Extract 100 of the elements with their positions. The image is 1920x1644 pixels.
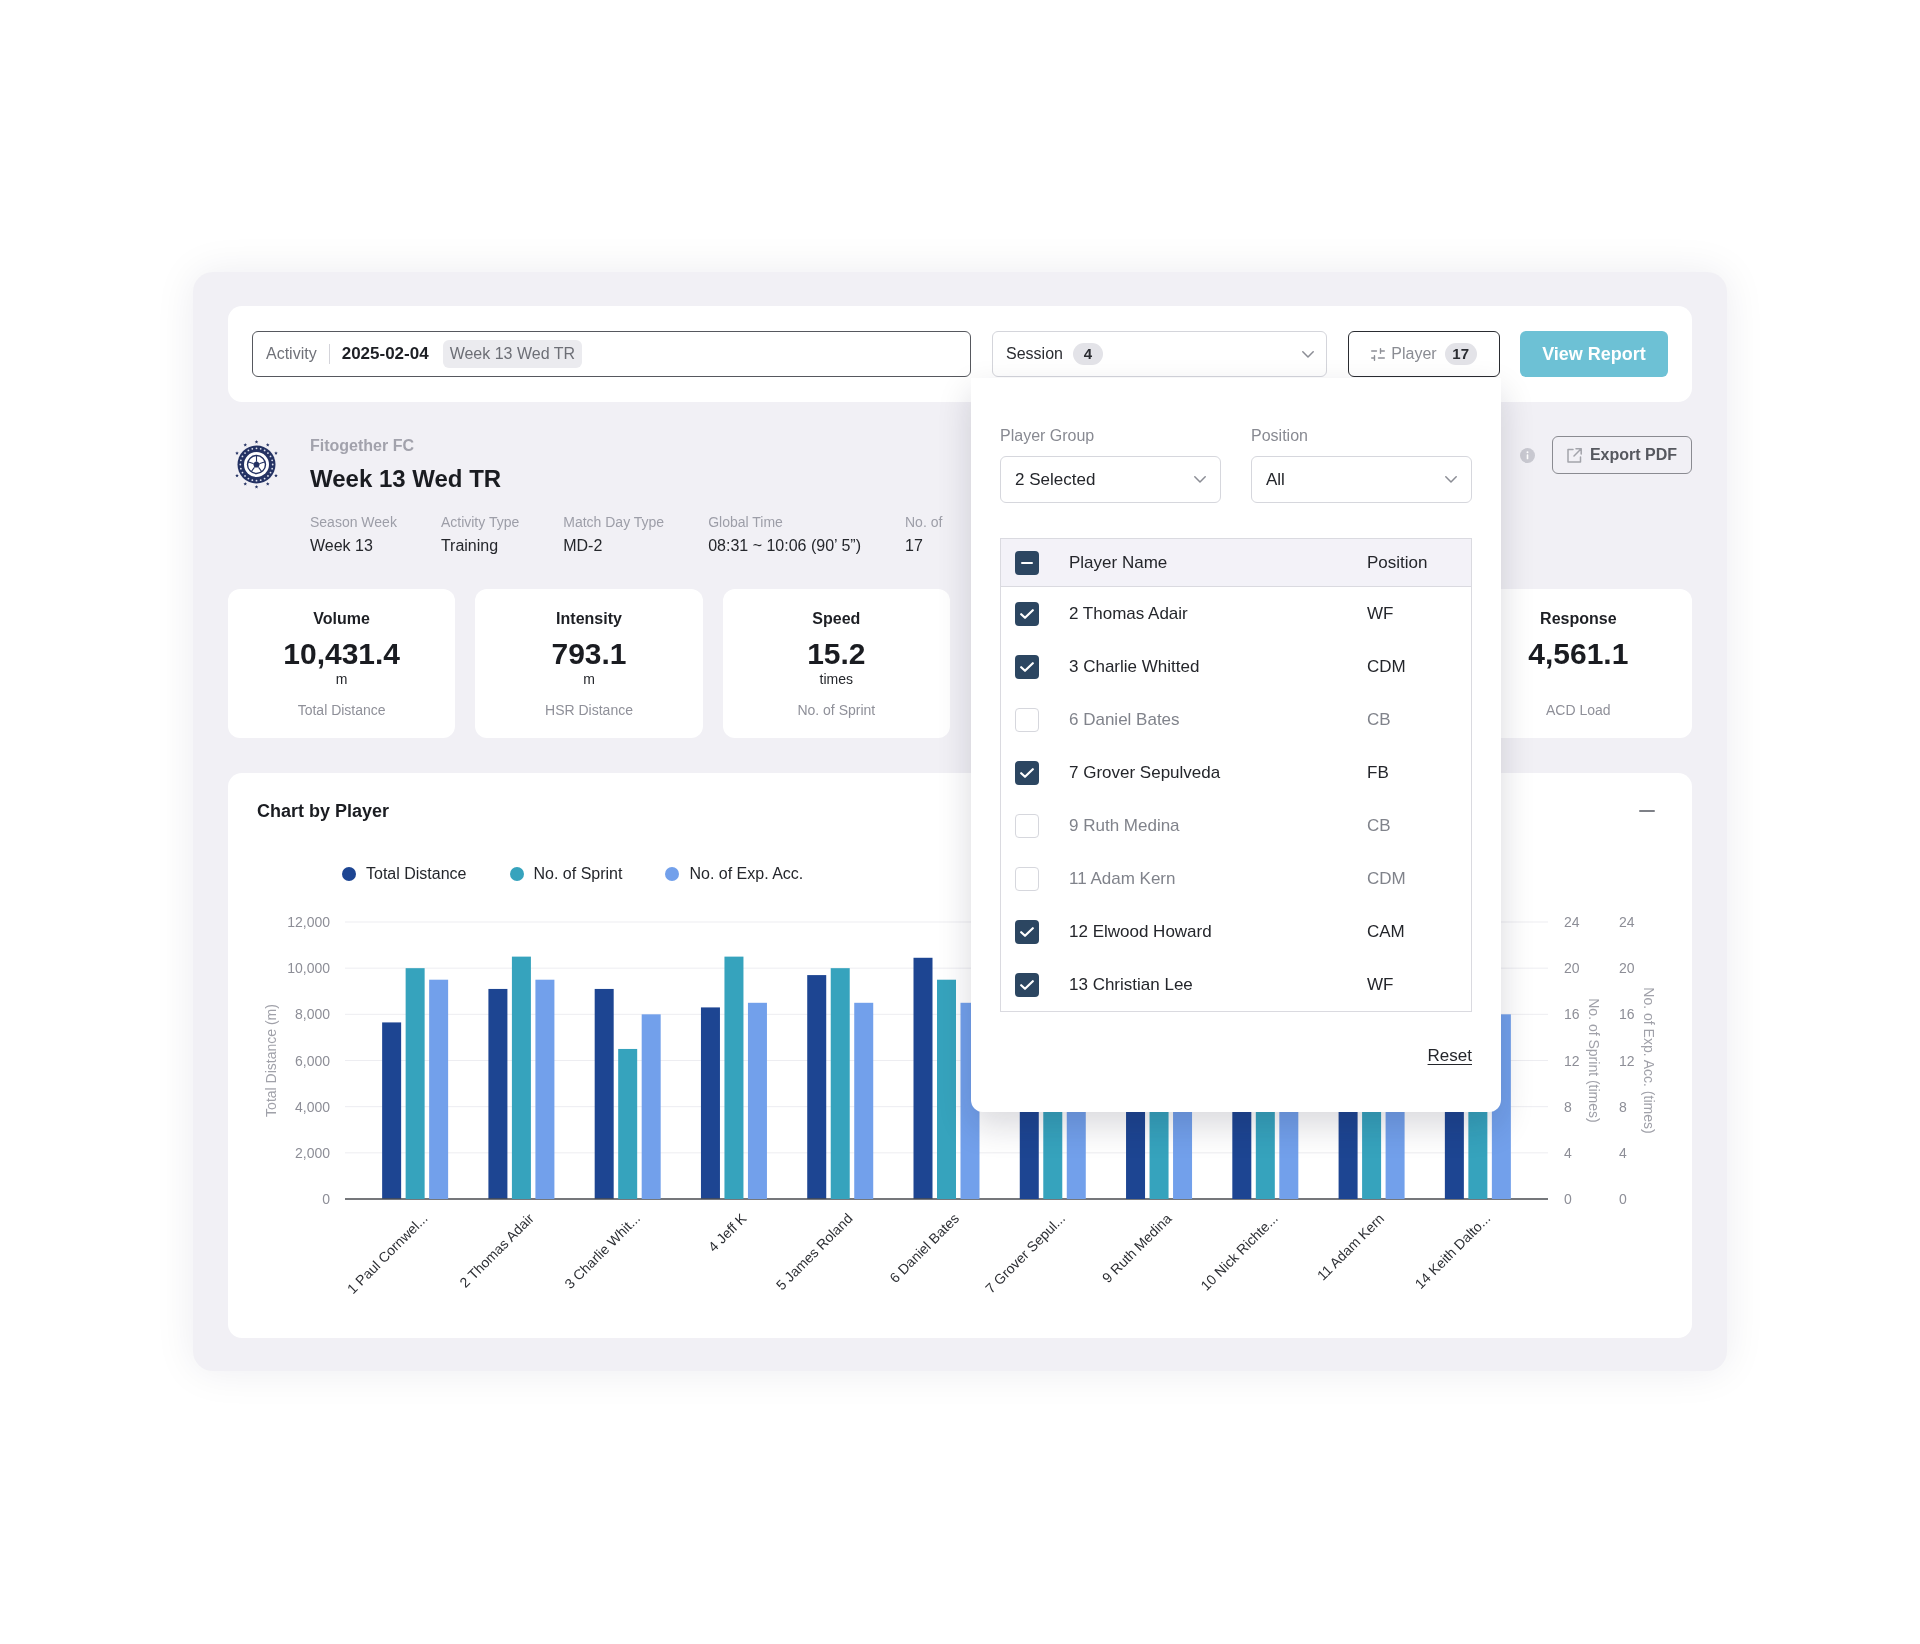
kpi-unit: m bbox=[583, 671, 595, 687]
y-tick-label: 24 bbox=[1564, 914, 1580, 930]
activity-tag: Week 13 Wed TR bbox=[442, 340, 583, 368]
kpi-caption: Total Distance bbox=[297, 701, 386, 719]
player-position: CAM bbox=[1367, 920, 1405, 943]
checkbox[interactable] bbox=[1015, 972, 1039, 997]
checkmark-icon bbox=[1020, 661, 1034, 672]
legend-label: Total Distance bbox=[366, 864, 467, 884]
checkbox[interactable] bbox=[1015, 707, 1039, 732]
y-axis-title: No. of Sprint (times) bbox=[1586, 998, 1602, 1123]
player-position: CDM bbox=[1367, 655, 1406, 678]
checkbox[interactable] bbox=[1015, 813, 1039, 838]
club-badge-icon bbox=[235, 438, 278, 491]
column-header: Player Name bbox=[1069, 551, 1168, 574]
checkmark-icon bbox=[1020, 926, 1034, 937]
minus-icon bbox=[1021, 561, 1033, 564]
player-filter-button[interactable]: Player 17 bbox=[1348, 331, 1500, 377]
checkbox[interactable] bbox=[1015, 654, 1039, 679]
player-position: CB bbox=[1367, 708, 1391, 731]
chevron-down-icon bbox=[1445, 476, 1457, 483]
kpi-unit: m bbox=[335, 671, 348, 687]
y-tick-label: 0 bbox=[1564, 1191, 1572, 1207]
checkbox[interactable] bbox=[1015, 866, 1039, 891]
chevron-down-icon bbox=[1194, 476, 1206, 483]
count-badge: 4 bbox=[1072, 343, 1103, 365]
field-label: Player Group bbox=[1000, 426, 1095, 446]
kpi-caption: HSR Distance bbox=[545, 701, 633, 719]
meta-label: Global Time bbox=[708, 513, 783, 531]
kpi-title: Volume bbox=[313, 609, 370, 629]
field-label: Position bbox=[1251, 426, 1308, 446]
checkmark-icon bbox=[1020, 767, 1034, 778]
player-name: 13 Christian Lee bbox=[1069, 973, 1193, 996]
y-tick-label: 6,000 bbox=[294, 1052, 330, 1069]
club-name: Fitogether FC bbox=[310, 436, 414, 456]
y-tick-label: 12 bbox=[1564, 1052, 1580, 1069]
y-tick-label: 4,000 bbox=[294, 1098, 330, 1115]
player-name: 3 Charlie Whitted bbox=[1069, 655, 1200, 678]
y-tick-label: 24 bbox=[1619, 914, 1635, 930]
external-link-icon bbox=[1566, 447, 1582, 463]
meta-label: No. of bbox=[905, 513, 943, 531]
player-position: FB bbox=[1367, 761, 1389, 784]
activity-field[interactable]: Activity 2025-02-04 Week 13 Wed TR bbox=[252, 331, 971, 377]
y-tick-label: 4 bbox=[1564, 1144, 1572, 1161]
dropdown-select[interactable]: All bbox=[1251, 456, 1472, 503]
checkbox[interactable] bbox=[1015, 919, 1039, 944]
player-name: 11 Adam Kern bbox=[1069, 867, 1176, 890]
meta-label: Match Day Type bbox=[563, 513, 665, 531]
y-tick-label: 2,000 bbox=[294, 1144, 330, 1161]
meta-value: Week 13 bbox=[310, 536, 373, 556]
kpi-title: Intensity bbox=[556, 609, 622, 629]
reset-link[interactable]: Reset bbox=[1427, 1045, 1472, 1067]
kpi-value: 15.2 bbox=[807, 637, 866, 671]
y-tick-label: 0 bbox=[1619, 1191, 1627, 1207]
y-tick-label: 8 bbox=[1619, 1098, 1627, 1115]
legend-label: No. of Sprint bbox=[533, 864, 623, 884]
count-badge: 17 bbox=[1444, 343, 1477, 365]
player-position: CB bbox=[1367, 814, 1391, 837]
player-name: 7 Grover Sepulveda bbox=[1069, 761, 1221, 784]
kpi-title: Response bbox=[1540, 609, 1617, 629]
dropdown-select[interactable]: 2 Selected bbox=[1000, 456, 1221, 503]
y-tick-label: 20 bbox=[1619, 960, 1635, 977]
kpi-value: 793.1 bbox=[551, 637, 627, 671]
meta-label: Activity Type bbox=[440, 513, 520, 531]
kpi-unit: times bbox=[819, 671, 854, 687]
x-tick-label: 4 Jeff K bbox=[704, 1210, 750, 1255]
column-header: Position bbox=[1367, 551, 1428, 574]
player-name: 9 Ruth Medina bbox=[1069, 814, 1180, 837]
meta-value: Training bbox=[440, 536, 499, 556]
y-tick-label: 8,000 bbox=[294, 1006, 330, 1023]
player-name: 6 Daniel Bates bbox=[1069, 708, 1180, 731]
y-tick-label: 0 bbox=[322, 1191, 330, 1207]
player-name: 12 Elwood Howard bbox=[1069, 920, 1212, 943]
y-tick-label: 12,000 bbox=[287, 914, 330, 930]
meta-label: Season Week bbox=[310, 513, 397, 531]
session-select[interactable]: Session 4 bbox=[992, 331, 1327, 377]
export-pdf-button[interactable]: Export PDF bbox=[1552, 436, 1692, 474]
player-position: WF bbox=[1367, 973, 1394, 996]
player-position: CDM bbox=[1367, 867, 1406, 890]
kpi-value: 4,561.1 bbox=[1528, 637, 1629, 671]
meta-value: 08:31 ~ 10:06 (90’ 5”) bbox=[708, 536, 861, 556]
checkbox[interactable] bbox=[1015, 760, 1039, 785]
y-tick-label: 20 bbox=[1564, 960, 1580, 977]
kpi-caption: ACD Load bbox=[1546, 701, 1611, 719]
checkbox[interactable] bbox=[1015, 601, 1039, 626]
activity-date: 2025-02-04 bbox=[341, 343, 429, 366]
kpi-caption: No. of Sprint bbox=[797, 701, 876, 719]
y-tick-label: 12 bbox=[1619, 1052, 1635, 1069]
chevron-down-icon bbox=[1302, 350, 1314, 358]
kpi-title: Speed bbox=[812, 609, 861, 629]
meta-value: MD-2 bbox=[563, 536, 603, 556]
sliders-icon bbox=[1371, 347, 1386, 361]
checkmark-icon bbox=[1020, 979, 1034, 990]
kpi-value: 10,431.4 bbox=[283, 637, 401, 671]
y-axis-title: Total Distance (m) bbox=[263, 1004, 279, 1117]
checkmark-icon bbox=[1020, 608, 1034, 619]
y-tick-label: 10,000 bbox=[287, 960, 330, 977]
checkbox[interactable] bbox=[1015, 550, 1039, 575]
chart-title: Chart by Player bbox=[257, 800, 390, 823]
legend-label: No. of Exp. Acc. bbox=[689, 864, 804, 884]
activity-label: Activity bbox=[266, 344, 317, 364]
